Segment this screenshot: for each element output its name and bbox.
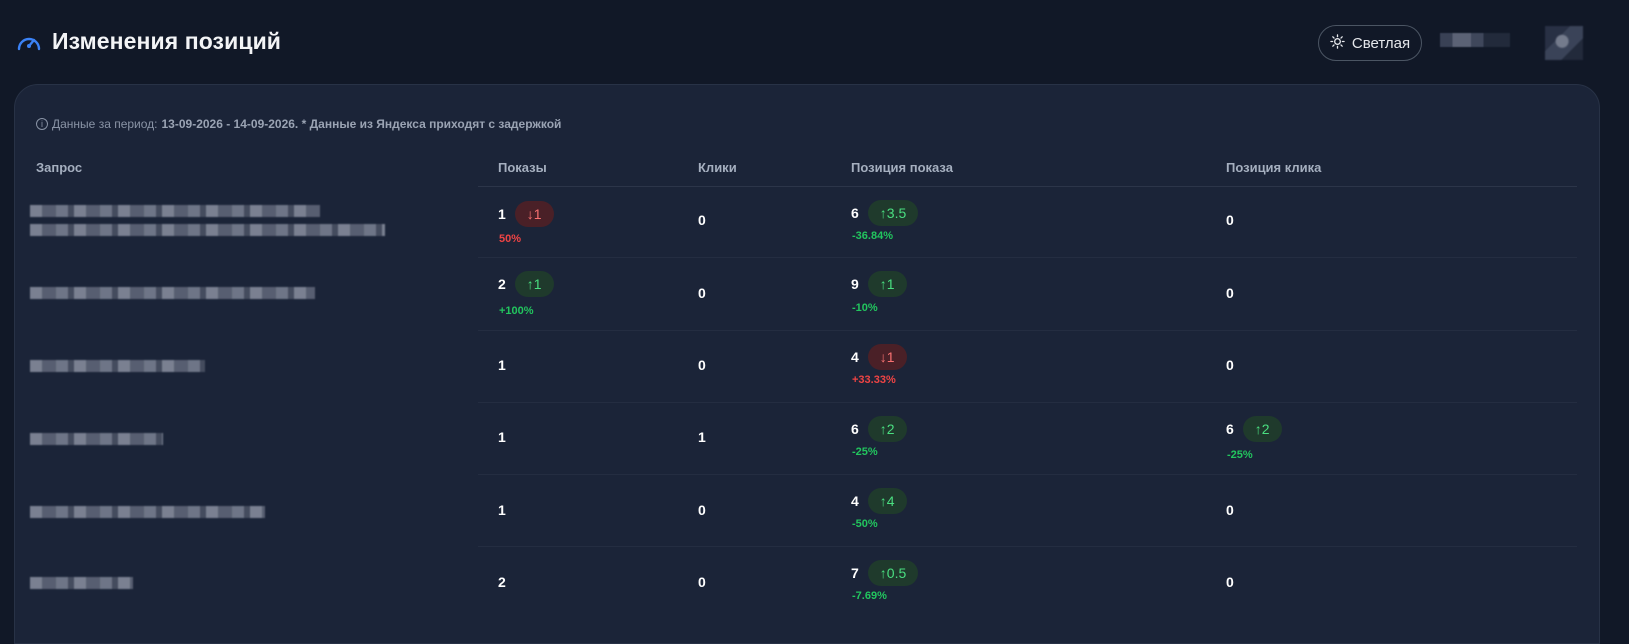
click-position-change-percent: -25% <box>1227 449 1253 461</box>
click-position-cell: 0 <box>1226 212 1234 228</box>
period-dates: 13-09-2026 - 14-09-2026. * Данные из Янд… <box>161 117 562 131</box>
impressions-cell: 1 <box>498 357 506 373</box>
column-header-impressions[interactable]: Показы <box>498 160 547 175</box>
impression-position-change-percent: -7.69% <box>852 590 887 602</box>
clicks-cell: 0 <box>698 574 706 590</box>
impression-position-cell: 6 ↑3.5 <box>851 200 919 226</box>
click-position-change-badge: ↑2 <box>1242 416 1282 442</box>
impression-position-cell: 4 ↑4 <box>851 488 907 514</box>
column-header-click-position[interactable]: Позиция клика <box>1226 160 1321 175</box>
period-note: i Данные за период: 13-09-2026 - 14-09-2… <box>36 117 561 131</box>
impression-position-change-badge: ↑3.5 <box>867 200 919 226</box>
period-prefix: Данные за период: <box>52 117 158 131</box>
column-header-query[interactable]: Запрос <box>36 160 82 175</box>
speedometer-icon <box>16 31 42 53</box>
page-title: Изменения позиций <box>52 28 282 54</box>
click-position-cell: 0 <box>1226 357 1234 373</box>
query-text-redacted <box>30 506 265 518</box>
impressions-cell: 1 ↓1 <box>498 201 554 227</box>
query-text-redacted <box>30 360 205 372</box>
impression-position-change-percent: -36.84% <box>852 230 893 242</box>
impressions-cell: 2 <box>498 574 506 590</box>
header-divider <box>478 186 1577 187</box>
row-divider <box>478 546 1577 547</box>
impressions-cell: 1 <box>498 429 506 445</box>
row-divider <box>478 474 1577 475</box>
header: Изменения позиций Светлая <box>0 0 1629 84</box>
impression-position-change-badge: ↑4 <box>867 488 907 514</box>
theme-button-label: Светлая <box>1351 34 1411 52</box>
clicks-cell: 1 <box>698 429 706 445</box>
avatar[interactable] <box>1545 26 1583 60</box>
info-icon: i <box>36 118 48 130</box>
impressions-cell: 2 ↑1 <box>498 271 554 297</box>
click-position-cell: 6 ↑2 <box>1226 416 1282 442</box>
impression-position-change-badge: ↑0.5 <box>867 560 919 586</box>
impression-position-change-badge: ↑1 <box>867 271 907 297</box>
positions-card <box>14 84 1600 644</box>
clicks-cell: 0 <box>698 285 706 301</box>
row-divider <box>478 402 1577 403</box>
click-position-cell: 0 <box>1226 574 1234 590</box>
column-header-clicks[interactable]: Клики <box>698 160 737 175</box>
user-name-redacted[interactable] <box>1440 33 1510 47</box>
impression-position-change-percent: -50% <box>852 518 878 530</box>
impression-position-change-percent: -25% <box>852 446 878 458</box>
impressions-change-percent: 50% <box>499 233 522 245</box>
impression-position-change-percent: +33.33% <box>852 374 896 386</box>
theme-toggle-button[interactable]: Светлая <box>1318 25 1422 61</box>
query-text-redacted <box>30 205 320 217</box>
impression-position-change-badge: ↑2 <box>867 416 907 442</box>
row-divider <box>478 257 1577 258</box>
impression-position-cell: 6 ↑2 <box>851 416 907 442</box>
click-position-cell: 0 <box>1226 285 1234 301</box>
query-text-redacted <box>30 433 163 445</box>
clicks-cell: 0 <box>698 212 706 228</box>
row-divider <box>478 330 1577 331</box>
impression-position-cell: 4 ↓1 <box>851 344 907 370</box>
title-wrap: Изменения позиций <box>16 28 281 55</box>
column-header-impression-position[interactable]: Позиция показа <box>851 160 953 175</box>
clicks-cell: 0 <box>698 502 706 518</box>
impressions-change-badge: ↓1 <box>514 201 554 227</box>
impression-position-change-badge: ↓1 <box>867 344 907 370</box>
impressions-change-badge: ↑1 <box>514 271 554 297</box>
impressions-change-percent: +100% <box>499 305 534 317</box>
impression-position-change-percent: -10% <box>852 302 878 314</box>
query-text-redacted <box>30 287 315 299</box>
sun-icon <box>1330 33 1345 53</box>
impression-position-cell: 7 ↑0.5 <box>851 560 919 586</box>
clicks-cell: 0 <box>698 357 706 373</box>
impression-position-cell: 9 ↑1 <box>851 271 907 297</box>
impressions-cell: 1 <box>498 502 506 518</box>
query-text-redacted <box>30 224 385 236</box>
click-position-cell: 0 <box>1226 502 1234 518</box>
query-text-redacted <box>30 577 133 589</box>
